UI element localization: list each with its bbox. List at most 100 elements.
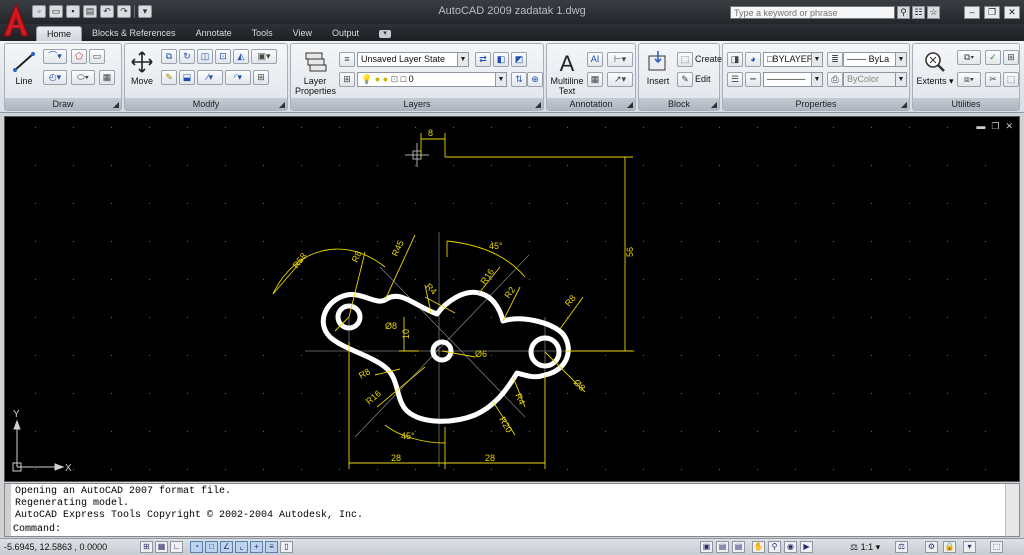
- linetype-icon[interactable]: ┅: [745, 72, 761, 87]
- autocad-logo-icon[interactable]: [2, 2, 30, 38]
- layer-previous-icon[interactable]: ⇄: [475, 52, 491, 67]
- array-icon[interactable]: ▣▾: [251, 49, 277, 64]
- drawing-canvas[interactable]: ▬ ❐ ✕ 8 56 R58 R8 R45 45° R4 R16 R2 R8 1…: [4, 116, 1020, 482]
- object-snap-tracking-icon[interactable]: ∠: [220, 541, 233, 553]
- layer-state-dropdown[interactable]: Unsaved Layer State ▼: [357, 52, 469, 67]
- lock-ui-icon[interactable]: 🔒: [943, 541, 956, 553]
- command-scrollbar[interactable]: [1005, 484, 1019, 536]
- plotstyle-dropdown[interactable]: ByColor ▼: [843, 72, 907, 87]
- tab-tools[interactable]: Tools: [242, 26, 283, 41]
- object-snap-icon[interactable]: □: [205, 541, 218, 553]
- panel-expand-icon[interactable]: ◢: [279, 100, 285, 109]
- match-layer-icon[interactable]: ⊕: [527, 72, 543, 87]
- extents-button[interactable]: Extents ▾: [915, 48, 955, 96]
- layer-state-icon[interactable]: ≡: [339, 52, 355, 67]
- undo-icon[interactable]: ↶: [100, 5, 114, 18]
- showmotion-icon[interactable]: ▶: [800, 541, 813, 553]
- fillet-icon[interactable]: ◜▾: [225, 70, 251, 85]
- lineweight-toggle-icon[interactable]: ≡: [265, 541, 278, 553]
- trim-icon[interactable]: ⁄▾: [197, 70, 223, 85]
- linetype-dropdown[interactable]: ────── ▼: [763, 72, 823, 87]
- command-line-window[interactable]: Opening an AutoCAD 2007 format file. Reg…: [4, 483, 1020, 537]
- layer-walk-icon[interactable]: ◩: [511, 52, 527, 67]
- color-dropdown[interactable]: □BYLAYER ▼: [763, 52, 823, 67]
- ortho-mode-icon[interactable]: ∟: [170, 541, 183, 553]
- stretch-icon[interactable]: ⊡: [215, 49, 231, 64]
- minimize-icon[interactable]: –: [964, 6, 980, 19]
- circle-icon[interactable]: ◴▾: [43, 70, 67, 85]
- move-button[interactable]: Move: [125, 48, 159, 96]
- copy-icon[interactable]: ⧉: [161, 49, 177, 64]
- layer-off-icon[interactable]: ⊞: [339, 72, 355, 87]
- search-icon[interactable]: ⚲: [897, 6, 910, 19]
- scale-icon[interactable]: ⬓: [179, 70, 195, 85]
- snap-mode-icon[interactable]: ⊞: [140, 541, 153, 553]
- save-icon[interactable]: ▪: [66, 5, 80, 18]
- lineweight-dropdown[interactable]: ─── ByLa ▼: [843, 52, 907, 67]
- pan-icon[interactable]: ✋: [752, 541, 765, 553]
- model-space-icon[interactable]: ▣: [700, 541, 713, 553]
- rotate-icon[interactable]: ↻: [179, 49, 195, 64]
- layer-isolate-icon[interactable]: ◧: [493, 52, 509, 67]
- cut-icon[interactable]: ✂: [985, 72, 1001, 87]
- erase-icon[interactable]: ✎: [161, 70, 177, 85]
- mirror-icon[interactable]: ◭: [233, 49, 249, 64]
- polar-tracking-icon[interactable]: ◔: [190, 541, 203, 553]
- quick-properties-icon[interactable]: ▯: [280, 541, 293, 553]
- search-input[interactable]: [730, 6, 895, 19]
- insert-button[interactable]: Insert: [641, 48, 675, 96]
- clean-screen-icon[interactable]: ⬚: [990, 541, 1003, 553]
- annotation-scale[interactable]: ⚖ 1:1 ▾: [850, 542, 880, 553]
- create-block-label[interactable]: Create: [695, 54, 722, 64]
- color-wheel-icon[interactable]: ◕: [745, 52, 761, 67]
- plotstyle-icon[interactable]: ⎙: [827, 72, 843, 87]
- panel-expand-icon[interactable]: ◢: [113, 100, 119, 109]
- paste-icon[interactable]: ✓: [985, 50, 1001, 65]
- plot-icon[interactable]: ▤: [83, 5, 97, 18]
- panel-expand-icon[interactable]: ◢: [901, 100, 907, 109]
- table-icon[interactable]: ▦: [587, 72, 603, 87]
- command-prompt[interactable]: Command:: [13, 524, 61, 535]
- single-line-text-icon[interactable]: AI: [587, 52, 603, 67]
- select-all-icon[interactable]: ⬚: [1003, 72, 1019, 87]
- polygon-icon[interactable]: ⬠: [71, 49, 87, 64]
- redo-icon[interactable]: ↷: [117, 5, 131, 18]
- annotation-visibility-icon[interactable]: ⚖: [895, 541, 908, 553]
- restore-icon[interactable]: ❐: [984, 6, 1000, 19]
- tab-blocks-references[interactable]: Blocks & References: [82, 26, 186, 41]
- match-properties-icon[interactable]: ◨: [727, 52, 743, 67]
- panel-expand-icon[interactable]: ◢: [535, 100, 541, 109]
- multileader-icon[interactable]: ↗▾: [607, 72, 633, 87]
- make-current-icon[interactable]: ⇅: [511, 72, 527, 87]
- steeringwheel-icon[interactable]: ◉: [784, 541, 797, 553]
- lineweight-icon[interactable]: ≣: [827, 52, 843, 67]
- grid-display-icon[interactable]: ▦: [155, 541, 168, 553]
- tab-home[interactable]: Home: [36, 26, 83, 41]
- edit-block-icon[interactable]: ✎: [677, 72, 693, 87]
- polyline-icon[interactable]: ⌒▾: [43, 49, 67, 64]
- coordinate-readout[interactable]: -5.6945, 12.5863 , 0.0000: [4, 542, 107, 552]
- quick-select-icon[interactable]: ⊞: [1003, 50, 1019, 65]
- explode-icon[interactable]: ⊞: [253, 70, 269, 85]
- measure-icon[interactable]: ⧈▾: [957, 72, 981, 87]
- tab-view[interactable]: View: [283, 26, 322, 41]
- multiline-text-button[interactable]: A Multiline Text: [549, 48, 585, 96]
- hatch-icon[interactable]: ▦: [99, 70, 115, 85]
- create-block-icon[interactable]: ⬚: [677, 52, 693, 67]
- edit-block-label[interactable]: Edit: [695, 74, 711, 84]
- communication-center-icon[interactable]: ☷: [912, 6, 925, 19]
- dynamic-input-icon[interactable]: +: [250, 541, 263, 553]
- tab-output[interactable]: Output: [322, 26, 369, 41]
- zoom-icon[interactable]: ⚲: [768, 541, 781, 553]
- status-tray-icon[interactable]: ▾: [963, 541, 976, 553]
- workspace-switching-icon[interactable]: ⚙: [925, 541, 938, 553]
- rectangle-icon[interactable]: ▭: [89, 49, 105, 64]
- favorites-star-icon[interactable]: ☆: [927, 6, 940, 19]
- open-file-icon[interactable]: ▭: [49, 5, 63, 18]
- ribbon-minimize-icon[interactable]: ▾: [379, 30, 391, 38]
- tab-annotate[interactable]: Annotate: [186, 26, 242, 41]
- line-button[interactable]: Line: [7, 48, 41, 96]
- panel-expand-icon[interactable]: ◢: [627, 100, 633, 109]
- ellipse-icon[interactable]: ⬭▾: [71, 70, 95, 85]
- close-icon[interactable]: ✕: [1004, 6, 1020, 19]
